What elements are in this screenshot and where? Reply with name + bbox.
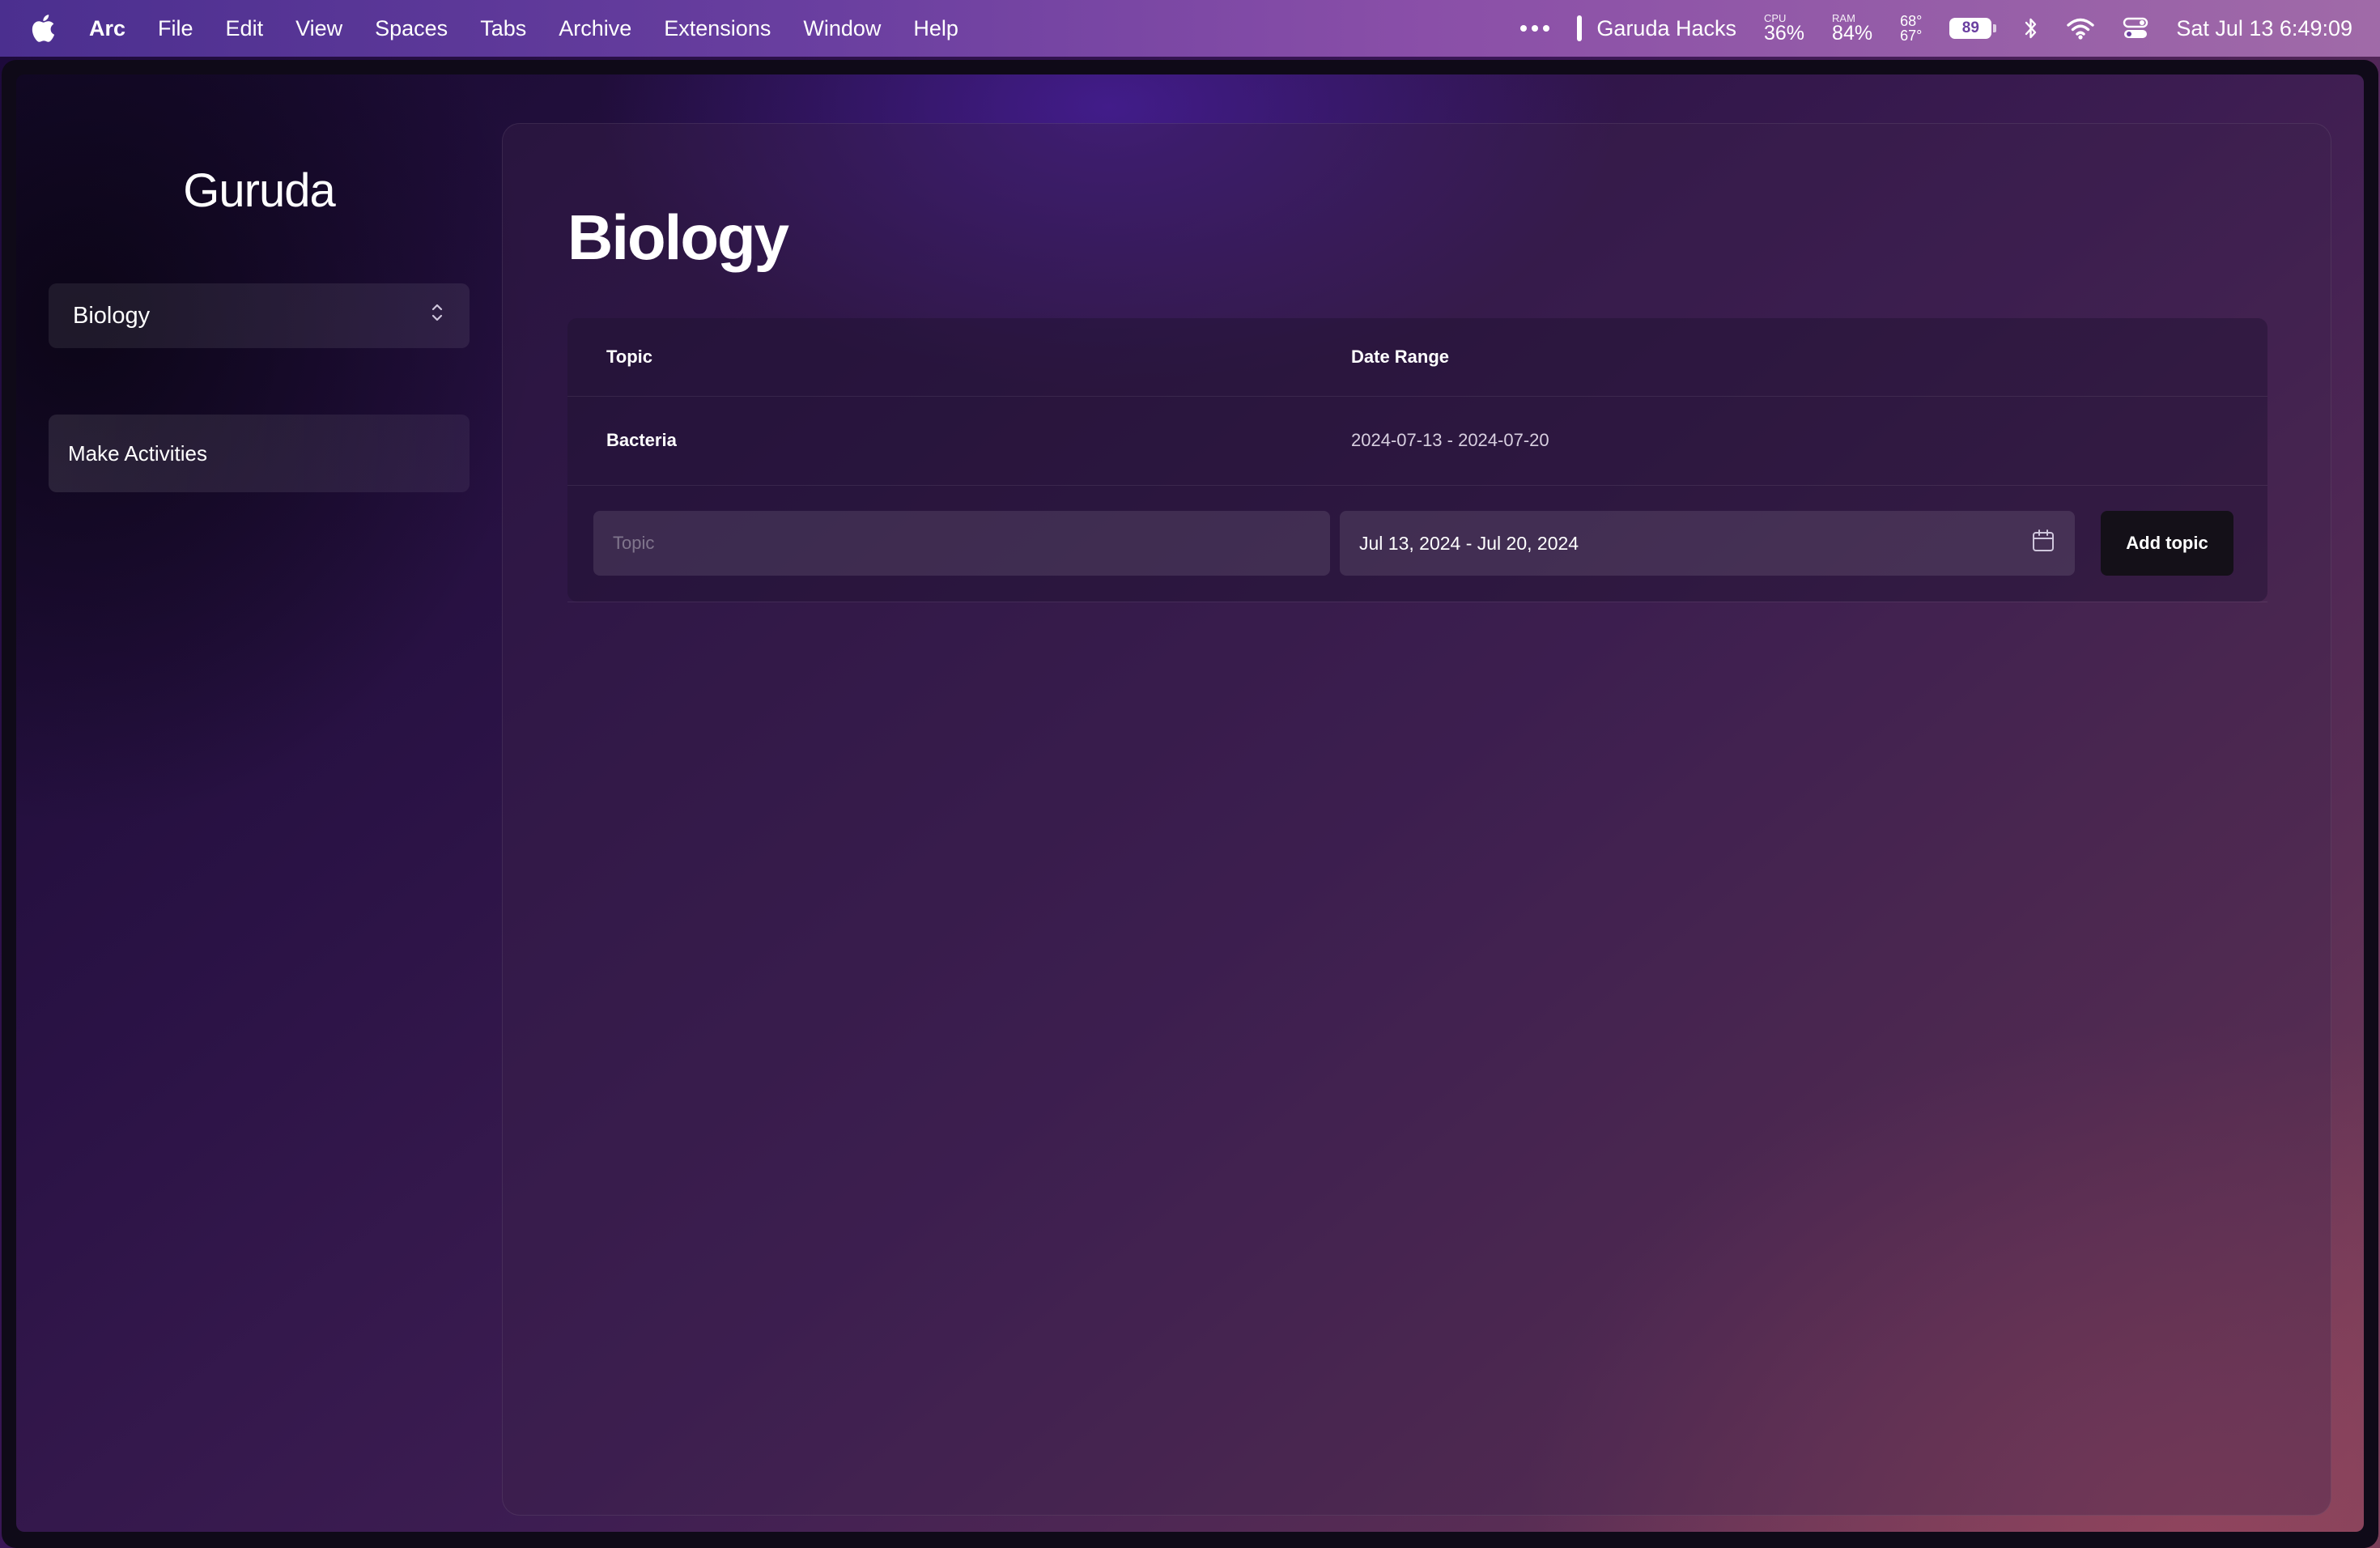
space-indicator-icon xyxy=(1577,15,1583,41)
cpu-stat[interactable]: CPU 36% xyxy=(1764,13,1804,44)
ram-label: RAM xyxy=(1832,12,1855,24)
date-range-picker[interactable]: Jul 13, 2024 - Jul 20, 2024 xyxy=(1340,511,2075,576)
menu-edit[interactable]: Edit xyxy=(226,16,264,41)
menu-tabs[interactable]: Tabs xyxy=(480,16,526,41)
menu-bar-right: Garuda Hacks CPU 36% RAM 84% 68° 67° 89 xyxy=(1493,0,2352,57)
browser-window: Guruda Biology Make Activities Biology T… xyxy=(2,60,2378,1548)
wifi-icon[interactable] xyxy=(2066,17,2095,40)
clock[interactable]: Sat Jul 13 6:49:09 xyxy=(2176,16,2352,41)
table-header: Topic Date Range xyxy=(567,318,2267,397)
cpu-label: CPU xyxy=(1764,12,1787,24)
more-icon[interactable] xyxy=(1520,25,1550,32)
menu-view[interactable]: View xyxy=(295,16,342,41)
subject-select[interactable]: Biology xyxy=(49,283,470,348)
control-center-icon[interactable] xyxy=(2123,17,2148,40)
page-title: Biology xyxy=(567,202,789,273)
menu-help[interactable]: Help xyxy=(913,16,958,41)
topics-table: Topic Date Range Bacteria 2024-07-13 - 2… xyxy=(567,318,2267,602)
table-row: Bacteria 2024-07-13 - 2024-07-20 xyxy=(567,396,2267,486)
current-space[interactable]: Garuda Hacks xyxy=(1577,15,1736,41)
temp-low: 67° xyxy=(1900,28,1923,44)
menu-window[interactable]: Window xyxy=(803,16,881,41)
ram-stat[interactable]: RAM 84% xyxy=(1832,13,1872,44)
apple-menu-icon[interactable] xyxy=(29,15,57,42)
add-topic-row: Jul 13, 2024 - Jul 20, 2024 Add topic xyxy=(567,485,2267,602)
menu-spaces[interactable]: Spaces xyxy=(375,16,448,41)
menu-app-name[interactable]: Arc xyxy=(89,16,125,41)
bluetooth-icon[interactable] xyxy=(2024,16,2038,40)
add-topic-button[interactable]: Add topic xyxy=(2101,511,2233,576)
make-activities-button[interactable]: Make Activities xyxy=(49,415,470,492)
chevron-up-down-icon xyxy=(429,300,445,331)
header-date-range: Date Range xyxy=(1351,347,1450,367)
menu-archive[interactable]: Archive xyxy=(559,16,631,41)
web-viewport: Guruda Biology Make Activities Biology T… xyxy=(16,74,2364,1532)
calendar-icon xyxy=(2031,529,2055,558)
temperature-stat[interactable]: 68° 67° xyxy=(1900,14,1922,43)
ram-value: 84% xyxy=(1832,22,1873,45)
battery-level: 89 xyxy=(1949,18,1992,39)
menu-bar-left: Arc File Edit View Spaces Tabs Archive E… xyxy=(0,0,991,57)
battery-icon[interactable]: 89 xyxy=(1949,18,1997,39)
date-range-value: Jul 13, 2024 - Jul 20, 2024 xyxy=(1359,532,1579,554)
space-name: Garuda Hacks xyxy=(1596,15,1736,40)
make-activities-label: Make Activities xyxy=(68,440,207,466)
topic-input[interactable] xyxy=(593,511,1330,576)
menu-bar: Arc File Edit View Spaces Tabs Archive E… xyxy=(0,0,2380,57)
main-panel: Biology Topic Date Range Bacteria 2024-0… xyxy=(502,123,2331,1516)
menu-extensions[interactable]: Extensions xyxy=(664,16,771,41)
temp-high: 68° xyxy=(1900,13,1923,29)
menu-file[interactable]: File xyxy=(158,16,193,41)
brand-logo: Guruda xyxy=(183,164,335,217)
header-topic: Topic xyxy=(606,347,653,367)
subject-select-value: Biology xyxy=(73,302,151,329)
row-topic: Bacteria xyxy=(606,430,677,450)
row-date-range: 2024-07-13 - 2024-07-20 xyxy=(1351,430,1549,450)
cpu-value: 36% xyxy=(1764,22,1805,45)
